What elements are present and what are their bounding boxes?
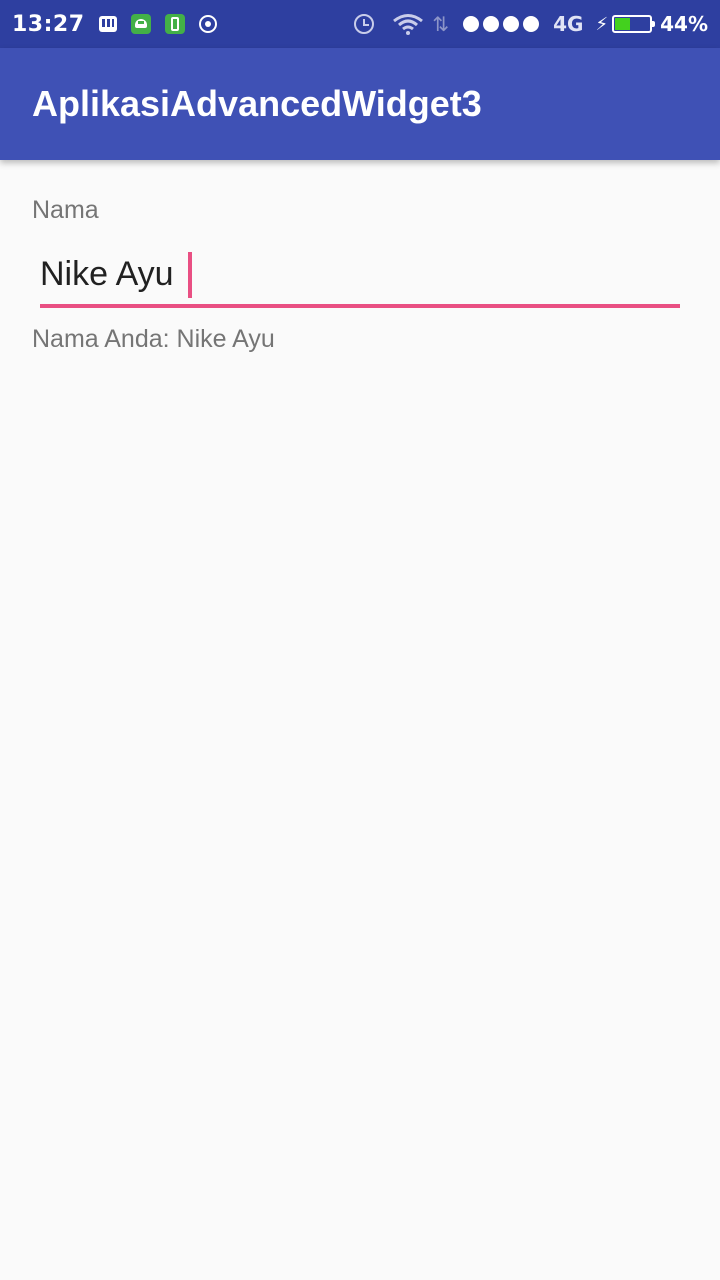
name-output: Nama Anda: Nike Ayu: [32, 325, 275, 353]
app-title: AplikasiAdvancedWidget3: [32, 83, 482, 124]
bbm-icon: [98, 16, 117, 32]
status-time: 13:27: [12, 11, 85, 37]
alarm-icon: [354, 14, 375, 34]
status-bar: 13:27 ⇅ 4G ⚡ 44%: [0, 0, 720, 48]
input-underline: [40, 304, 680, 308]
battery-saver-icon: [164, 14, 185, 34]
app-bar: AplikasiAdvancedWidget3: [0, 48, 720, 160]
name-input[interactable]: [40, 246, 680, 302]
battery-icon: [612, 15, 656, 33]
android-icon: [130, 14, 151, 34]
text-cursor: [188, 252, 192, 298]
wifi-icon: [393, 14, 424, 35]
signal-strength-icon: [463, 16, 543, 32]
battery-fill: [615, 18, 631, 30]
name-input-container[interactable]: [40, 246, 680, 308]
name-label: Nama: [32, 196, 99, 224]
whatsapp-icon: [198, 15, 217, 33]
charging-icon: ⚡: [595, 13, 609, 35]
network-type: 4G: [553, 12, 584, 36]
data-activity-icon: ⇅: [432, 12, 450, 36]
battery-percent: 44%: [660, 12, 708, 36]
